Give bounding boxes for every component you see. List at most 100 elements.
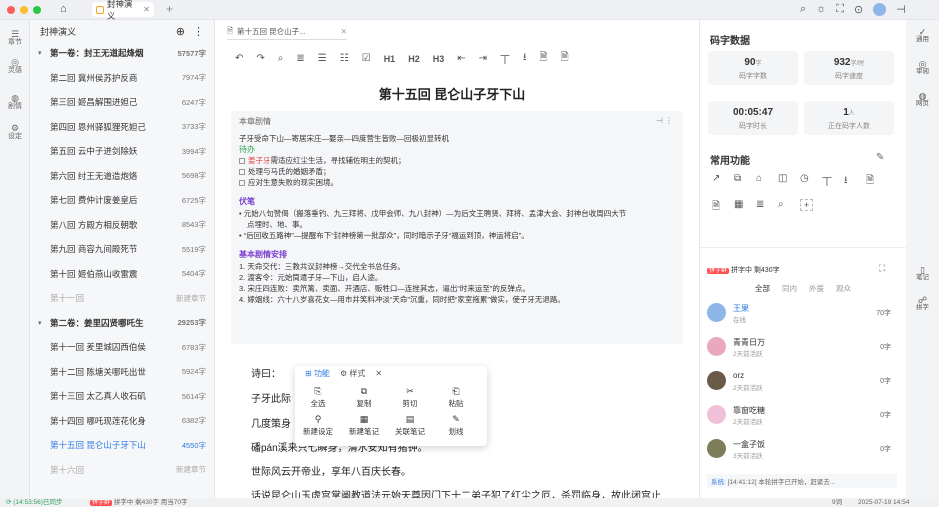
minimize-window-button[interactable] — [20, 6, 28, 14]
body-line[interactable]: 子牙此际 — [251, 390, 291, 405]
member-item[interactable]: 靠窗吃糖 2天前活跃 0字 — [707, 403, 899, 428]
chapter-item[interactable]: 第四回 恩州驿狐狸死妲己 3733字 — [30, 118, 215, 136]
popup-action[interactable]: ⎘ 全选 — [299, 386, 337, 409]
function-icon[interactable]: ▦ — [734, 199, 743, 210]
toolbar-button-11[interactable]: ⇥ — [479, 53, 487, 64]
chevron-down-icon[interactable]: ▾ — [30, 49, 50, 57]
chevron-down-icon[interactable]: ▾ — [30, 319, 50, 327]
function-icon[interactable]: ↗ — [712, 173, 720, 184]
toolbar-button-14[interactable]: 🗎 — [540, 50, 548, 67]
checkbox[interactable] — [239, 180, 245, 187]
body-line[interactable]: 几度策身 — [251, 415, 291, 430]
search-icon[interactable]: ⌕ — [800, 3, 806, 16]
member-item[interactable]: 王果 在线 70字 — [707, 301, 899, 326]
home-icon[interactable]: ⌂ — [60, 3, 67, 15]
popup-tab-style[interactable]: ⚙ 样式 — [340, 368, 365, 379]
toolbar-button-4[interactable]: ☰ — [318, 53, 327, 64]
rnav-spell[interactable]: ☍ 拼字 — [906, 296, 939, 312]
editor-tab[interactable]: 🗎 第十五回 昆仑山子... ✕ — [227, 24, 347, 40]
rnav-web[interactable]: ◍ 网页 — [906, 92, 939, 108]
rnav-review[interactable]: ◎ 审阅 — [906, 60, 939, 76]
pin-icon[interactable]: ⊣ — [896, 3, 906, 16]
toolbar-button-8[interactable]: H2 — [408, 54, 420, 64]
function-icon[interactable]: ⌂ — [756, 173, 762, 184]
popup-action[interactable]: ✎ 划线 — [437, 414, 475, 437]
maximize-window-button[interactable] — [33, 6, 41, 14]
function-icon[interactable]: + — [800, 199, 814, 211]
more-icon[interactable]: ⋮ — [193, 25, 204, 38]
todo-item[interactable]: 处理与马氏的婚姻矛盾； — [239, 166, 675, 177]
chapter-item[interactable]: 第八回 方殿方相反朝歌 8543字 — [30, 216, 215, 234]
chapter-item[interactable]: 第十五回 昆仑山子牙下山 4550字 — [30, 436, 215, 454]
chapter-item[interactable]: 第三回 姬昌解围进妲己 6247字 — [30, 93, 215, 111]
sun-icon[interactable]: ☼ — [816, 3, 826, 16]
chapter-item[interactable]: 第十四回 哪吒现莲花化身 6382字 — [30, 412, 215, 430]
toolbar-button-1[interactable]: ↷ — [256, 53, 264, 64]
popup-tab-function[interactable]: ⊞ 功能 — [305, 368, 330, 379]
toolbar-button-13[interactable]: ⭳ — [523, 50, 527, 67]
chapter-item[interactable]: 第十二回 陈塘关哪吒出世 5924字 — [30, 363, 215, 381]
edit-icon[interactable]: ✎ — [876, 152, 884, 163]
toolbar-button-3[interactable]: ≣ — [296, 53, 304, 64]
chapter-item[interactable]: 第五回 云中子进剑除妖 3994字 — [30, 142, 215, 160]
toolbar-button-15[interactable]: 🗎 — [561, 50, 569, 67]
toolbar-button-12[interactable]: 丅 — [500, 51, 510, 66]
settings-icon[interactable]: ⊙ — [854, 3, 863, 16]
popup-action[interactable]: ✂ 剪切 — [391, 386, 429, 409]
chapter-item[interactable]: 第二回 冀州侯苏护反商 7974字 — [30, 69, 215, 87]
chat-tab[interactable]: 外援 — [809, 283, 824, 294]
nav-plot[interactable]: ◍ 剧情 — [0, 94, 30, 111]
member-item[interactable]: orz 2天前活跃 0字 — [707, 369, 899, 394]
toolbar-button-5[interactable]: ☷ — [340, 53, 349, 64]
nav-chapters[interactable]: ☰ 章节 — [0, 30, 30, 47]
pin-icon[interactable]: ⊣ ⋮ — [656, 116, 673, 125]
popup-close-icon[interactable]: ✕ — [375, 369, 382, 378]
popup-action[interactable]: ⚲ 新建设定 — [299, 414, 337, 437]
function-icon[interactable]: ◷ — [800, 173, 809, 184]
function-icon[interactable]: 丅 — [822, 173, 832, 188]
popup-action[interactable]: ▤ 关联笔记 — [391, 414, 429, 437]
toolbar-button-9[interactable]: H3 — [433, 54, 445, 64]
todo-item[interactable]: 姜子牙需适应红尘生活，寻找辅佐明主的契机； — [239, 155, 675, 166]
chapter-item[interactable]: 第十六回 新建章节 — [30, 461, 215, 479]
chapter-item[interactable]: 第七回 费仲计废姜皇后 6725字 — [30, 191, 215, 209]
chat-tab[interactable]: 全部 — [755, 283, 770, 294]
body-line[interactable]: 诗曰： — [251, 365, 281, 380]
chat-tab[interactable]: 同内 — [782, 283, 797, 294]
nav-inspiration[interactable]: ◎ 灵感 — [0, 58, 30, 75]
chapter-title[interactable]: 第十五回 昆仑山子牙下山 — [215, 84, 689, 103]
close-tab-icon[interactable]: ✕ — [341, 27, 347, 36]
body-line[interactable]: 世际风云开帝业，享年八百庆长春。 — [251, 463, 411, 478]
popup-action[interactable]: ⎗ 粘贴 — [437, 386, 475, 409]
tab-book[interactable]: 封神演义 ✕ — [92, 0, 154, 21]
function-icon[interactable]: ⌕ — [778, 199, 784, 210]
toolbar-button-7[interactable]: H1 — [384, 54, 396, 64]
new-tab-button[interactable]: + — [166, 2, 173, 16]
member-item[interactable]: 青青日万 2天前活跃 0字 — [707, 335, 899, 360]
chapter-item[interactable]: 第十三回 太乙真人收石矶 5614字 — [30, 387, 215, 405]
chapter-item[interactable]: 第六回 纣王无道造炮烙 5698字 — [30, 167, 215, 185]
expand-icon[interactable]: ⛶ — [879, 263, 885, 274]
rnav-general[interactable]: ✓ 通用 — [906, 28, 939, 44]
function-icon[interactable]: ≣ — [756, 199, 764, 210]
chapter-item[interactable]: 第十一回 羑里城囚西伯侯 6783字 — [30, 338, 215, 356]
avatar[interactable] — [873, 3, 887, 16]
function-icon[interactable]: ◫ — [778, 173, 787, 184]
function-icon[interactable]: ⧉ — [734, 173, 741, 184]
body-line[interactable]: 话说昆仑山玉虚宫掌阐教道法元始天尊因门下十二弟子犯了红尘之厄，杀罚临身，故此闭宫… — [251, 487, 681, 498]
toolbar-button-6[interactable]: ☑ — [362, 53, 371, 64]
chapter-item[interactable]: 第九回 商容九间殿死节 5519字 — [30, 240, 215, 258]
chat-tab[interactable]: 观众 — [836, 283, 851, 294]
function-icon[interactable]: ⭳ — [844, 173, 848, 190]
checkbox[interactable] — [239, 158, 245, 165]
toolbar-button-2[interactable]: ⌕ — [278, 53, 284, 64]
function-icon[interactable]: 🗎 — [866, 173, 874, 190]
nav-settings[interactable]: ⚙ 设定 — [0, 124, 30, 141]
rnav-notes[interactable]: ▯ 笔记 — [906, 266, 939, 282]
volume-item[interactable]: ▾ 第二卷：姜里囚贤哪吒生 29253字 — [30, 314, 215, 332]
function-icon[interactable]: 🗎 — [712, 199, 720, 216]
member-item[interactable]: 一盒子饭 3天前活跃 0字 — [707, 437, 899, 462]
chapter-item[interactable]: 第十一回 新建章节 — [30, 289, 215, 307]
toolbar-button-0[interactable]: ↶ — [235, 53, 243, 64]
toolbar-button-10[interactable]: ⇤ — [457, 53, 465, 64]
